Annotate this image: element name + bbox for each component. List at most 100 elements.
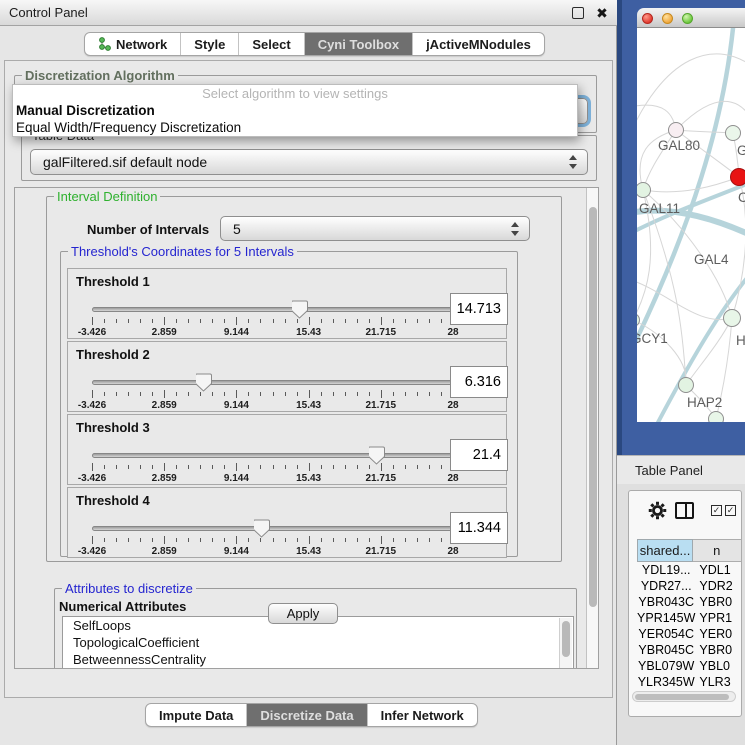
table-cell[interactable]: YDR27...	[637, 578, 695, 594]
close-traffic-light-icon[interactable]	[642, 13, 653, 24]
number-of-intervals-combobox[interactable]: 5	[220, 216, 530, 241]
select-none-checkbox-icon[interactable]: ✓	[725, 505, 736, 516]
table-cell[interactable]: YPR1	[695, 610, 742, 626]
table-cell[interactable]: YBR043C	[637, 594, 695, 610]
table-cell[interactable]: YBR0	[695, 642, 742, 658]
control-panel-titlebar: Control Panel ✖	[0, 0, 617, 26]
table-row[interactable]: YDL19...YDL1	[637, 562, 742, 578]
table-row[interactable]: YDR27...YDR2	[637, 578, 742, 594]
threshold-3-value-field[interactable]: 21.4	[450, 439, 508, 471]
tick-mark	[176, 319, 177, 323]
table-cell[interactable]: YBR045C	[637, 642, 695, 658]
tab-select[interactable]: Select	[239, 33, 304, 55]
show-columns-icon[interactable]	[675, 502, 694, 519]
dropdown-option-equal-width[interactable]: Equal Width/Frequency Discretization	[13, 119, 577, 136]
tab-infer-network[interactable]: Infer Network	[368, 704, 477, 726]
table-cell[interactable]: YDL19...	[637, 562, 695, 578]
tick-mark	[260, 319, 261, 323]
network-node[interactable]	[730, 168, 745, 186]
table-cell[interactable]: YER054C	[637, 626, 695, 642]
tick-mark	[140, 392, 141, 396]
network-node[interactable]	[678, 377, 694, 393]
table-cell[interactable]: YLR345W	[637, 674, 695, 690]
tick-mark	[417, 465, 418, 469]
top-tab-bar: Network Style Select Cyni Toolbox jActiv…	[84, 32, 545, 56]
minimize-traffic-light-icon[interactable]	[662, 13, 673, 24]
tab-impute-data[interactable]: Impute Data	[146, 704, 247, 726]
dropdown-option-manual[interactable]: Manual Discretization	[13, 102, 577, 119]
tab-style[interactable]: Style	[181, 33, 239, 55]
slider-track[interactable]	[92, 380, 453, 385]
zoom-traffic-light-icon[interactable]	[682, 13, 693, 24]
settings-vertical-scrollbar[interactable]	[586, 188, 598, 668]
tab-network[interactable]: Network	[85, 33, 181, 55]
attribute-list-item[interactable]: BetweennessCentrality	[63, 651, 573, 668]
network-node[interactable]	[708, 411, 724, 422]
scrollbar-thumb[interactable]	[635, 694, 729, 700]
tick-mark	[381, 463, 382, 471]
number-of-intervals-value: 5	[233, 221, 241, 237]
tick-mark	[417, 319, 418, 323]
axis-tick-label: 15.43	[296, 400, 321, 411]
table-row[interactable]: YPR145WYPR1	[637, 610, 742, 626]
gear-icon[interactable]	[647, 500, 668, 521]
table-horizontal-scrollbar[interactable]	[632, 691, 736, 702]
table-cell[interactable]: YBR0	[695, 594, 742, 610]
table-cell[interactable]: YBL0	[695, 658, 742, 674]
algorithm-dropdown-popup: Select algorithm to view settings Manual…	[12, 84, 578, 137]
slider-ticks	[92, 536, 453, 545]
table-row[interactable]: YLR345WYLR3	[637, 674, 742, 690]
attributes-list-scrollbar[interactable]	[559, 618, 572, 669]
table-row[interactable]: YBL079WYBL0	[637, 658, 742, 674]
threshold-4-slider[interactable]: -3.4262.8599.14415.4321.71528	[92, 518, 453, 558]
network-node[interactable]	[725, 125, 741, 141]
threshold-1-value-field[interactable]: 14.713	[450, 293, 508, 325]
tick-mark	[369, 319, 370, 323]
threshold-2-value-field[interactable]: 6.316	[450, 366, 508, 398]
attribute-list-item[interactable]: TopologicalCoefficient	[63, 634, 573, 651]
table-cell[interactable]: YPR145W	[637, 610, 695, 626]
scrollbar-thumb[interactable]	[562, 621, 570, 657]
tab-cyni-toolbox-label: Cyni Toolbox	[318, 37, 399, 52]
threshold-4-value-field[interactable]: 11.344	[450, 512, 508, 544]
network-window-frame: GAL80GCGAL11GAL4GCY1HHAP2	[617, 0, 745, 455]
table-row[interactable]: YBR045CYBR0	[637, 642, 742, 658]
threshold-4-label: Threshold 4	[76, 493, 150, 508]
tick-mark	[441, 465, 442, 469]
network-node[interactable]	[723, 309, 741, 327]
select-all-checkbox-icon[interactable]: ✓	[711, 505, 722, 516]
tick-mark	[116, 319, 117, 323]
threshold-2-slider[interactable]: -3.4262.8599.14415.4321.71528	[92, 372, 453, 412]
table-cell[interactable]: YLR3	[695, 674, 742, 690]
table-cell[interactable]: YDR2	[695, 578, 742, 594]
tab-cyni-toolbox[interactable]: Cyni Toolbox	[305, 33, 413, 55]
table-data-combobox[interactable]: galFiltered.sif default node	[30, 149, 588, 175]
network-view-canvas[interactable]: GAL80GCGAL11GAL4GCY1HHAP2	[637, 28, 745, 422]
table-cell[interactable]: YDL1	[695, 562, 742, 578]
slider-track[interactable]	[92, 453, 453, 458]
apply-button[interactable]: Apply	[268, 603, 338, 624]
tab-jactivemnodules[interactable]: jActiveMNodules	[413, 33, 544, 55]
network-node[interactable]	[668, 122, 684, 138]
threshold-3-slider[interactable]: -3.4262.8599.14415.4321.71528	[92, 445, 453, 485]
slider-ticks	[92, 390, 453, 399]
slider-track[interactable]	[92, 526, 453, 531]
network-window-titlebar[interactable]	[637, 8, 745, 28]
table-row[interactable]: YER054CYER0	[637, 626, 742, 642]
tick-mark	[92, 317, 93, 325]
tab-discretize-data[interactable]: Discretize Data	[247, 704, 367, 726]
close-icon[interactable]: ✖	[594, 4, 610, 22]
column-header-name[interactable]: n	[693, 539, 742, 562]
scrollbar-thumb[interactable]	[589, 207, 597, 607]
table-cell[interactable]: YBL079W	[637, 658, 695, 674]
network-node-label: GAL80	[658, 138, 700, 153]
tick-mark	[357, 319, 358, 323]
table-cell[interactable]: YER0	[695, 626, 742, 642]
table-row[interactable]: YBR043CYBR0	[637, 594, 742, 610]
column-header-shared-name[interactable]: shared...	[637, 539, 693, 562]
network-node-label: C	[738, 190, 745, 205]
slider-track[interactable]	[92, 307, 453, 312]
float-window-icon[interactable]	[572, 7, 584, 19]
threshold-1-slider[interactable]: -3.4262.8599.14415.4321.71528	[92, 299, 453, 339]
tick-mark	[333, 319, 334, 323]
